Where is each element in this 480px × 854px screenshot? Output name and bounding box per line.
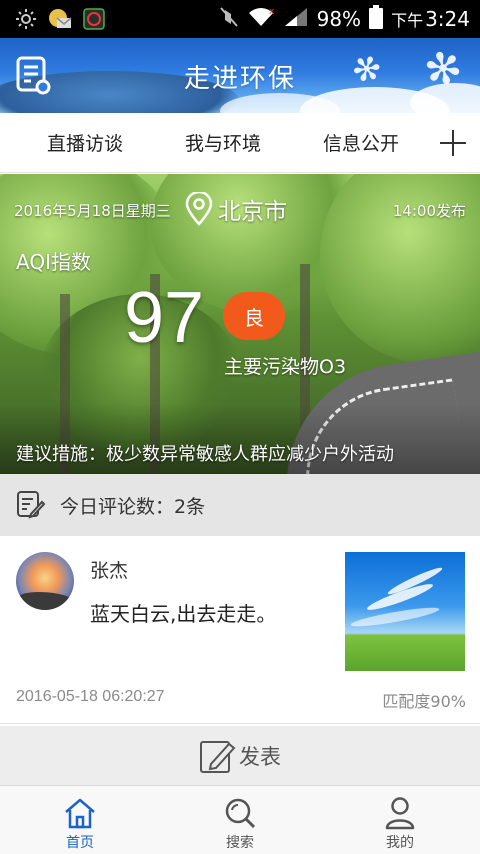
date-text: 2016年5月18日星期三 [14,202,171,220]
edit-icon [200,740,236,773]
tab-bar: 直播访谈 我与环境 信息公开 [0,113,480,173]
main-pollutant: 主要污染物O3 [224,356,347,378]
comment-count-text: 今日评论数：2条 [60,495,206,518]
nav-home-label: 首页 [66,835,94,851]
time-prefix: 下午 [391,11,424,30]
location-pin-icon [185,192,213,226]
publish-time: 14:00发布 [392,202,466,220]
nav-profile-label: 我的 [386,835,414,851]
tab-info-disclosure[interactable]: 信息公开 [292,129,430,156]
home-icon [65,798,95,829]
signal-icon [283,6,309,33]
clock: 3:24 [425,7,470,31]
location-selector[interactable]: 北京市 [184,192,287,226]
aqi-level-badge: 良 [223,292,285,340]
comment-count-bar: 今日评论数：2条 [0,474,480,536]
aqi-value: 97 [124,278,205,358]
status-bar: x 98% 下午 3:24 [0,0,480,38]
match-rate: 匹配度90% [382,692,466,711]
battery-icon [369,4,384,34]
comment-photo[interactable] [345,552,465,671]
clean-app-icon [82,7,106,31]
comment-timestamp: 2016-05-18 06:20:27 [16,688,165,705]
app-header: ✻ ✻ 走进环保 [0,38,480,113]
nav-home[interactable]: 首页 [0,786,160,854]
tab-me-and-environment[interactable]: 我与环境 [154,129,292,156]
nav-search-label: 搜索 [226,835,254,851]
edit-document-icon [17,491,46,519]
publish-button[interactable]: 发表 [0,726,480,786]
tab-live-interview[interactable]: 直播访谈 [16,129,154,156]
mail-app-icon [48,7,72,31]
list-item[interactable]: 张杰 蓝天白云,出去走走。 2016-05-18 06:20:27 匹配度90% [0,536,480,724]
bottom-navigation: 首页 搜索 我的 [0,786,480,854]
plus-icon[interactable] [438,128,468,158]
nav-search[interactable]: 搜索 [160,786,320,854]
avatar[interactable] [16,552,74,610]
nav-profile[interactable]: 我的 [320,786,480,854]
aqi-label: AQI指数 [16,250,91,274]
brightness-icon [14,7,38,31]
publish-label: 发表 [239,744,281,769]
mute-icon [219,6,239,33]
svg-text:x: x [269,7,275,17]
comment-username: 张杰 [90,560,129,582]
city-name: 北京市 [218,199,287,225]
search-icon [225,798,256,829]
comment-text: 蓝天白云,出去走走。 [90,602,277,626]
air-quality-card[interactable]: 2016年5月18日星期三 北京市 14:00发布 AQI指数 97 良 主要污… [0,174,480,474]
health-advice: 建议措施：极少数异常敏感人群应减少户外活动 [16,444,394,465]
page-title: 走进环保 [183,64,296,94]
battery-percent: 98% [316,7,362,31]
wifi-icon: x [247,6,275,33]
person-icon [385,797,415,830]
